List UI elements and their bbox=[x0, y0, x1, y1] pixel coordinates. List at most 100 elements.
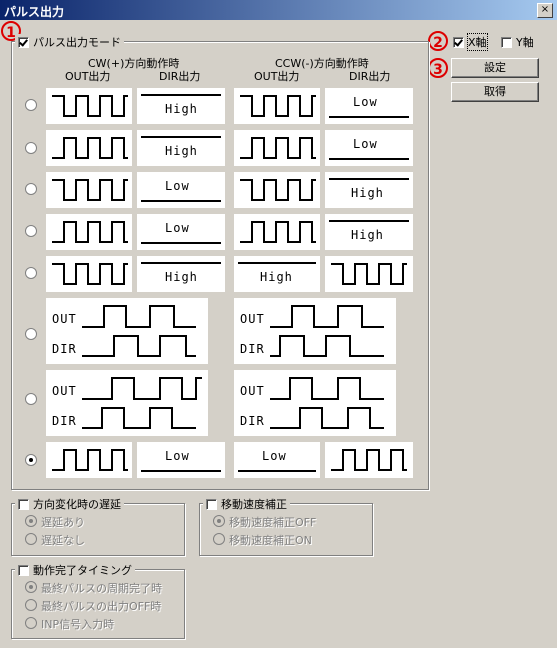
row6-ccw-out-label: OUT bbox=[240, 312, 265, 326]
row1-cw-dir-panel: High bbox=[137, 88, 225, 124]
row4-cw-out-wave bbox=[52, 221, 128, 243]
row2-ccw-dir-panel: Low bbox=[325, 130, 413, 166]
row8-ccw-dir-wave bbox=[331, 449, 407, 471]
row2-cw-dir-panel: High bbox=[137, 130, 225, 166]
pulse-mode-radio-8[interactable] bbox=[25, 454, 37, 466]
row4-cw-out-panel bbox=[46, 214, 132, 250]
timing-cycle-label: 最終パルスの周期完了時 bbox=[41, 582, 162, 595]
row7-ccw-out-label: OUT bbox=[240, 384, 265, 398]
pulse-mode-radio-3[interactable] bbox=[25, 183, 37, 195]
timing-inp-label: INP信号入力時 bbox=[41, 618, 115, 631]
timing-inp-radio[interactable] bbox=[25, 617, 37, 629]
row4-ccw-dir-panel: High bbox=[325, 214, 413, 250]
window-title: パルス出力 bbox=[4, 5, 65, 19]
completion-timing-checkbox[interactable] bbox=[18, 564, 29, 576]
row3-ccw-out-panel bbox=[234, 172, 320, 208]
row2-cw-out-panel bbox=[46, 130, 132, 166]
speed-comp-off-radio[interactable] bbox=[213, 515, 225, 527]
y-axis-checkbox[interactable] bbox=[501, 36, 512, 48]
pulse-mode-radio-2[interactable] bbox=[25, 142, 37, 154]
row8-ccw-out-panel: Low bbox=[234, 442, 320, 478]
direction-delay-label: 方向変化時の遅延 bbox=[33, 498, 121, 511]
pulse-mode-radio-4[interactable] bbox=[25, 225, 37, 237]
completion-timing-label: 動作完了タイミング bbox=[33, 564, 132, 577]
row6-cw-out-label: OUT bbox=[52, 312, 77, 326]
row5-ccw-out-text: High bbox=[260, 270, 293, 284]
direction-delay-checkbox[interactable] bbox=[18, 498, 29, 510]
row6-ccw-dir-label: DIR bbox=[240, 342, 265, 356]
row5-cw-dir-panel: High bbox=[137, 256, 225, 292]
direction-delay-legend[interactable]: 方向変化時の遅延 bbox=[15, 496, 124, 512]
speed-comp-off-label: 移動速度補正OFF bbox=[229, 516, 317, 529]
delay-off-label: 遅延なし bbox=[41, 534, 85, 547]
row5-cw-dir-text: High bbox=[165, 270, 198, 284]
close-button[interactable]: × bbox=[537, 3, 553, 18]
row7-cw-panel: OUT DIR bbox=[46, 370, 208, 436]
row8-ccw-dir-panel bbox=[325, 442, 413, 478]
row2-cw-dir-text: High bbox=[165, 144, 198, 158]
x-axis-checkbox-wrap[interactable]: X軸 bbox=[450, 33, 490, 51]
row3-ccw-dir-panel: High bbox=[325, 172, 413, 208]
x-axis-label: X軸 bbox=[467, 33, 488, 51]
annotation-3: 3 bbox=[428, 58, 448, 78]
row8-cw-dir-panel: Low bbox=[137, 442, 225, 478]
timing-off-radio[interactable] bbox=[25, 599, 37, 611]
pulse-mode-radio-1[interactable] bbox=[25, 99, 37, 111]
row8-ccw-out-text: Low bbox=[262, 449, 287, 463]
row8-cw-dir-text: Low bbox=[165, 449, 190, 463]
delay-on-radio[interactable] bbox=[25, 515, 37, 527]
row1-ccw-out-wave bbox=[240, 95, 316, 117]
speed-comp-on-label: 移動速度補正ON bbox=[229, 534, 312, 547]
annotation-2: 2 bbox=[428, 31, 448, 51]
row4-ccw-out-panel bbox=[234, 214, 320, 250]
row1-cw-dir-text: High bbox=[165, 102, 198, 116]
delay-on-label: 遅延あり bbox=[41, 516, 85, 529]
row6-cw-panel: OUT DIR bbox=[46, 298, 208, 364]
row5-ccw-dir-wave bbox=[331, 263, 407, 285]
y-axis-checkbox-wrap[interactable]: Y軸 bbox=[498, 34, 537, 50]
row2-ccw-out-panel bbox=[234, 130, 320, 166]
pulse-mode-label: パルス出力モード bbox=[33, 36, 121, 49]
speed-comp-on-radio[interactable] bbox=[213, 533, 225, 545]
row4-ccw-dir-text: High bbox=[351, 228, 384, 242]
row5-ccw-dir-panel bbox=[325, 256, 413, 292]
row3-cw-dir-panel: Low bbox=[137, 172, 225, 208]
row5-cw-out-wave bbox=[52, 263, 128, 285]
pulse-mode-radio-6[interactable] bbox=[25, 328, 37, 340]
row8-cw-out-panel bbox=[46, 442, 132, 478]
delay-off-radio[interactable] bbox=[25, 533, 37, 545]
pulse-mode-checkbox[interactable] bbox=[18, 36, 29, 48]
speed-comp-legend[interactable]: 移動速度補正 bbox=[203, 496, 290, 512]
row3-cw-out-panel bbox=[46, 172, 132, 208]
ccw-out-header: OUT出力 bbox=[254, 70, 300, 83]
row3-cw-dir-text: Low bbox=[165, 179, 190, 193]
row3-ccw-out-wave bbox=[240, 179, 316, 201]
row5-cw-out-panel bbox=[46, 256, 132, 292]
row4-cw-dir-panel: Low bbox=[137, 214, 225, 250]
row8-cw-out-wave bbox=[52, 449, 128, 471]
row1-cw-out-wave bbox=[52, 95, 128, 117]
row1-ccw-dir-text: Low bbox=[353, 95, 378, 109]
completion-timing-legend[interactable]: 動作完了タイミング bbox=[15, 562, 135, 578]
row1-cw-out-panel bbox=[46, 88, 132, 124]
row3-ccw-dir-text: High bbox=[351, 186, 384, 200]
row5-ccw-out-panel: High bbox=[234, 256, 320, 292]
pulse-mode-legend[interactable]: パルス出力モード bbox=[15, 34, 124, 50]
row1-ccw-dir-panel: Low bbox=[325, 88, 413, 124]
speed-comp-label: 移動速度補正 bbox=[221, 498, 287, 511]
row2-ccw-dir-text: Low bbox=[353, 137, 378, 151]
row6-cw-dir-label: DIR bbox=[52, 342, 77, 356]
pulse-mode-radio-7[interactable] bbox=[25, 393, 37, 405]
y-axis-label: Y軸 bbox=[516, 36, 534, 49]
ccw-dir-header: DIR出力 bbox=[349, 70, 391, 83]
get-button[interactable]: 取得 bbox=[451, 82, 539, 102]
pulse-mode-radio-5[interactable] bbox=[25, 267, 37, 279]
timing-cycle-radio[interactable] bbox=[25, 581, 37, 593]
speed-comp-checkbox[interactable] bbox=[206, 498, 217, 510]
cw-out-header: OUT出力 bbox=[65, 70, 111, 83]
row7-ccw-dir-label: DIR bbox=[240, 414, 265, 428]
set-button[interactable]: 設定 bbox=[451, 58, 539, 78]
cw-dir-header: DIR出力 bbox=[159, 70, 201, 83]
row4-ccw-out-wave bbox=[240, 221, 316, 243]
x-axis-checkbox[interactable] bbox=[453, 36, 464, 48]
